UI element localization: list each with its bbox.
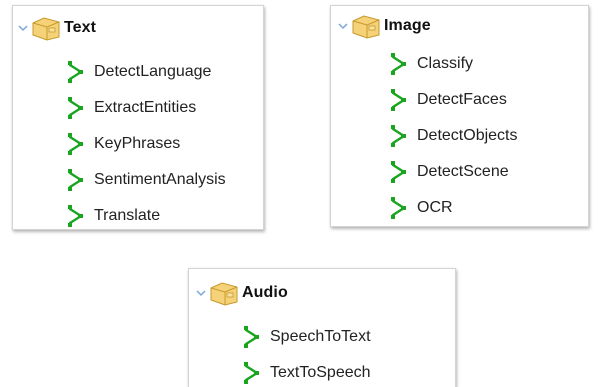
tree-item-label: TextToSpeech: [270, 364, 371, 381]
tree-item-detect-language[interactable]: DetectLanguage: [66, 54, 226, 90]
chevron-down-icon[interactable]: [337, 20, 349, 32]
tree-item-label: DetectLanguage: [94, 63, 212, 80]
tree-item-label: SentimentAnalysis: [94, 171, 226, 188]
audio-tree-panel: Audio SpeechToText TextToSpeech: [188, 268, 456, 387]
tree-item-translate[interactable]: Translate: [66, 198, 226, 234]
tree-item-sentiment-analysis[interactable]: SentimentAnalysis: [66, 162, 226, 198]
text-root-node[interactable]: Text: [17, 14, 96, 42]
green-action-icon: [68, 169, 83, 191]
tree-item-label: DetectScene: [417, 163, 509, 180]
tree-item-label: Classify: [417, 55, 474, 72]
green-action-icon: [391, 197, 406, 219]
tree-item-detect-faces[interactable]: DetectFaces: [389, 82, 517, 118]
audio-root-node[interactable]: Audio: [195, 279, 288, 307]
tree-item-label: OCR: [417, 199, 453, 216]
image-root-label: Image: [384, 17, 431, 34]
tree-item-label: DetectObjects: [417, 127, 518, 144]
tree-item-ocr[interactable]: OCR: [389, 190, 517, 226]
tree-item-detect-scene[interactable]: DetectScene: [389, 154, 517, 190]
text-children: DetectLanguage ExtractEntities KeyPhrase…: [66, 54, 226, 234]
tree-item-label: SpeechToText: [270, 328, 371, 345]
green-action-icon: [391, 53, 406, 75]
folder-icon: [210, 282, 238, 306]
folder-icon: [32, 17, 60, 41]
green-action-icon: [391, 89, 406, 111]
text-root-label: Text: [64, 19, 97, 36]
green-action-icon: [68, 205, 83, 227]
green-action-icon: [391, 161, 406, 183]
audio-children: SpeechToText TextToSpeech: [242, 319, 371, 387]
tree-item-key-phrases[interactable]: KeyPhrases: [66, 126, 226, 162]
image-tree-panel: Image Classify DetectFaces DetectObjects…: [330, 5, 589, 227]
green-action-icon: [244, 326, 259, 348]
green-action-icon: [68, 61, 83, 83]
chevron-down-icon[interactable]: [17, 22, 29, 34]
audio-root-label: Audio: [242, 284, 288, 301]
image-children: Classify DetectFaces DetectObjects Detec…: [389, 46, 517, 226]
green-action-icon: [68, 97, 83, 119]
image-root-node[interactable]: Image: [337, 12, 431, 40]
stage: Text DetectLanguage ExtractEntities KeyP…: [0, 0, 603, 387]
tree-item-label: KeyPhrases: [94, 135, 181, 152]
tree-item-text-to-speech[interactable]: TextToSpeech: [242, 355, 371, 387]
tree-item-label: DetectFaces: [417, 91, 507, 108]
green-action-icon: [68, 133, 83, 155]
folder-icon: [352, 15, 380, 39]
chevron-down-icon[interactable]: [195, 287, 207, 299]
tree-item-label: Translate: [94, 207, 161, 224]
tree-item-speech-to-text[interactable]: SpeechToText: [242, 319, 371, 355]
text-tree-panel: Text DetectLanguage ExtractEntities KeyP…: [12, 5, 264, 230]
tree-item-classify[interactable]: Classify: [389, 46, 517, 82]
tree-item-label: ExtractEntities: [94, 99, 197, 116]
green-action-icon: [391, 125, 406, 147]
green-action-icon: [244, 362, 259, 384]
tree-item-extract-entities[interactable]: ExtractEntities: [66, 90, 226, 126]
tree-item-detect-objects[interactable]: DetectObjects: [389, 118, 517, 154]
